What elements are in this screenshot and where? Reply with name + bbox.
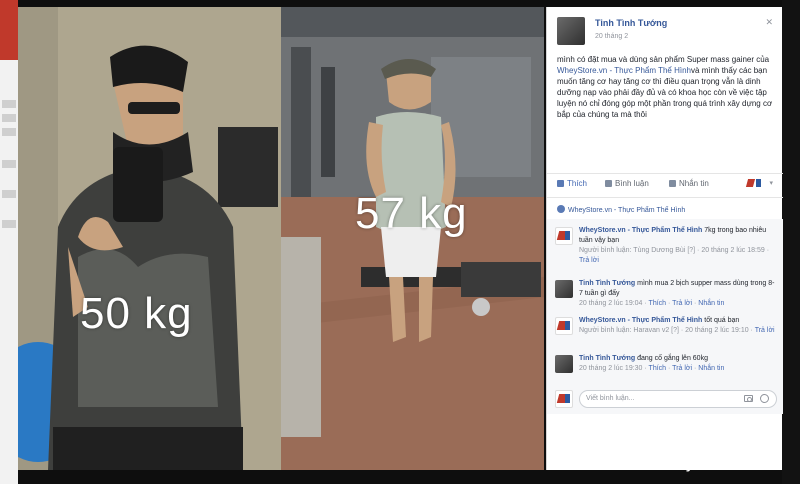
message-link[interactable]: Nhắn tin bbox=[698, 365, 724, 372]
reply-avatar bbox=[555, 390, 573, 408]
commenter-avatar[interactable] bbox=[555, 317, 573, 335]
background-page-left bbox=[0, 0, 18, 484]
background-text bbox=[2, 100, 16, 108]
commenter-name[interactable]: WheyStore.vn - Thực Phẩm Thể Hình bbox=[579, 317, 702, 324]
watermark-logo: WheyStore.vn bbox=[648, 453, 764, 473]
chevron-down-icon[interactable]: ▾ bbox=[769, 179, 773, 187]
facebook-post-panel: Tinh Tình Tướng 20 tháng 2 ✕ mình có đặt… bbox=[546, 7, 783, 470]
comment-icon bbox=[605, 180, 612, 187]
page-like-name[interactable]: WheyStore.vn - Thực Phẩm Thể Hình bbox=[568, 207, 685, 214]
comment-text: tốt quá bạn bbox=[702, 317, 740, 324]
after-weight-label: 57 kg bbox=[355, 189, 468, 238]
poster-name[interactable]: Tinh Tình Tướng bbox=[595, 18, 667, 28]
like-link[interactable]: Thích bbox=[649, 365, 667, 372]
post-header: Tinh Tình Tướng 20 tháng 2 ✕ bbox=[557, 17, 777, 47]
comment-label: Bình luận bbox=[615, 179, 649, 188]
background-text bbox=[2, 114, 16, 122]
globe-icon bbox=[557, 205, 565, 213]
page-logo-icon[interactable] bbox=[747, 177, 761, 189]
commenter-avatar[interactable] bbox=[555, 227, 573, 245]
before-photo-image bbox=[18, 7, 281, 470]
divider bbox=[547, 197, 783, 198]
camera-icon[interactable] bbox=[744, 395, 753, 402]
divider bbox=[547, 173, 783, 174]
like-label: Thích bbox=[567, 179, 588, 188]
post-body: mình có đặt mua và dùng sản phẩm Super m… bbox=[557, 54, 777, 120]
reply-box: Viết bình luận... bbox=[555, 390, 777, 408]
background-text bbox=[2, 160, 16, 168]
commenter-avatar[interactable] bbox=[555, 355, 573, 373]
before-weight-label: 50 kg bbox=[80, 289, 193, 338]
comment-meta: 20 tháng 2 lúc 19:30 · bbox=[579, 365, 649, 372]
comment-meta: 20 tháng 2 lúc 19:04 · bbox=[579, 300, 649, 307]
reply-link[interactable]: Trả lời bbox=[672, 365, 692, 372]
post-actions: Thích Bình luận Nhắn tin ▾ bbox=[555, 177, 779, 191]
like-icon bbox=[557, 180, 564, 187]
post-text-part: mình có đặt mua và dùng sản phẩm Super m… bbox=[557, 55, 770, 64]
background-text bbox=[2, 220, 16, 228]
message-link[interactable]: Nhắn tin bbox=[698, 300, 724, 307]
post-date[interactable]: 20 tháng 2 bbox=[595, 33, 628, 40]
commenter-avatar[interactable] bbox=[555, 280, 573, 298]
emoji-icon[interactable] bbox=[760, 394, 769, 403]
commenter-name[interactable]: WheyStore.vn - Thực Phẩm Thể Hình bbox=[579, 227, 702, 234]
commenter-name[interactable]: Tinh Tình Tướng bbox=[579, 280, 635, 287]
page-link[interactable]: WheyStore.vn - Thực Phẩm Thể Hình bbox=[557, 66, 691, 75]
before-photo: 50 kg bbox=[18, 7, 281, 470]
reply-link[interactable]: Trả lời bbox=[579, 257, 599, 264]
background-header-stripe bbox=[0, 0, 18, 60]
commenter-name[interactable]: Tinh Tình Tướng bbox=[579, 355, 635, 362]
message-button[interactable]: Nhắn tin bbox=[669, 179, 709, 188]
chevron-down-icon[interactable]: ✕ bbox=[765, 17, 773, 28]
background-page-right bbox=[782, 0, 800, 484]
background-text bbox=[2, 190, 16, 198]
reply-link[interactable]: Trả lời bbox=[672, 300, 692, 307]
page-like-row[interactable]: WheyStore.vn - Thực Phẩm Thể Hình bbox=[557, 205, 685, 214]
poster-avatar[interactable] bbox=[557, 17, 585, 45]
comment-text: đang cố gắng lên 60kg bbox=[635, 355, 708, 362]
message-icon bbox=[669, 180, 676, 187]
background-text bbox=[2, 128, 16, 136]
like-button[interactable]: Thích bbox=[557, 179, 587, 188]
comment-meta: Người bình luận: Haravan v2 [?] · 20 thá… bbox=[579, 327, 755, 334]
reply-link[interactable]: Trả lời bbox=[755, 327, 775, 334]
message-label: Nhắn tin bbox=[679, 179, 709, 188]
after-photo: 57 kg bbox=[281, 7, 544, 470]
like-link[interactable]: Thích bbox=[649, 300, 667, 307]
comment-button[interactable]: Bình luận bbox=[605, 179, 649, 188]
comment-meta: Người bình luận: Tùng Dương Bùi [?] · 20… bbox=[579, 247, 770, 254]
